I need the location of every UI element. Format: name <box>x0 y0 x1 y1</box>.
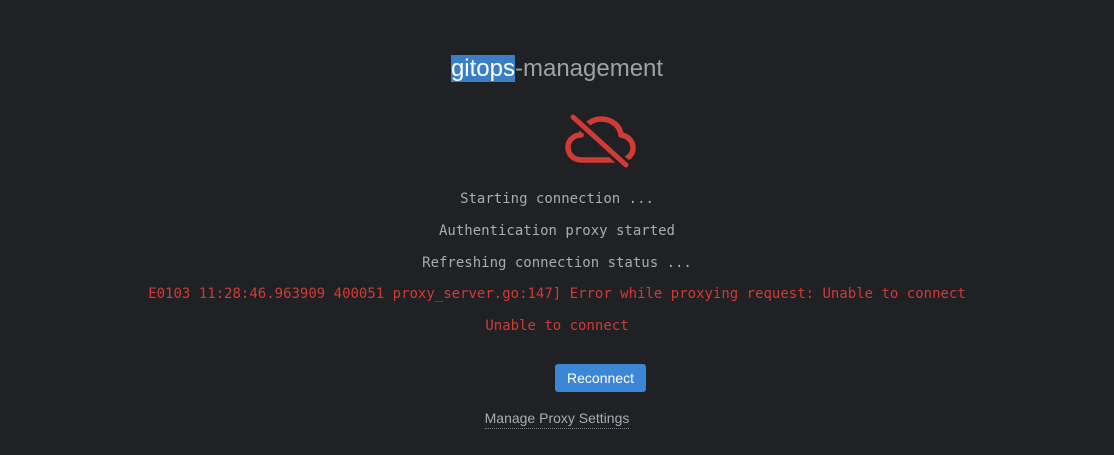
connection-page: gitops-management Starting connection ..… <box>0 0 1114 455</box>
manage-proxy-settings-row: Manage Proxy Settings <box>0 408 1114 429</box>
status-message-starting: Starting connection ... <box>460 191 654 207</box>
error-message-proxy: E0103 11:28:46.963909 400051 proxy_serve… <box>148 286 966 302</box>
cloud-offline-icon <box>565 113 636 168</box>
reconnect-button[interactable]: Reconnect <box>555 364 646 392</box>
manage-proxy-settings-link[interactable]: Manage Proxy Settings <box>484 410 630 429</box>
error-message-unable: Unable to connect <box>485 318 629 334</box>
title-selected-text: gitops <box>450 55 515 82</box>
title-rest-text: -management <box>514 55 664 82</box>
status-message-proxy-started: Authentication proxy started <box>438 223 675 239</box>
status-message-refreshing: Refreshing connection status ... <box>422 255 692 271</box>
page-title: gitops-management <box>0 52 1114 86</box>
